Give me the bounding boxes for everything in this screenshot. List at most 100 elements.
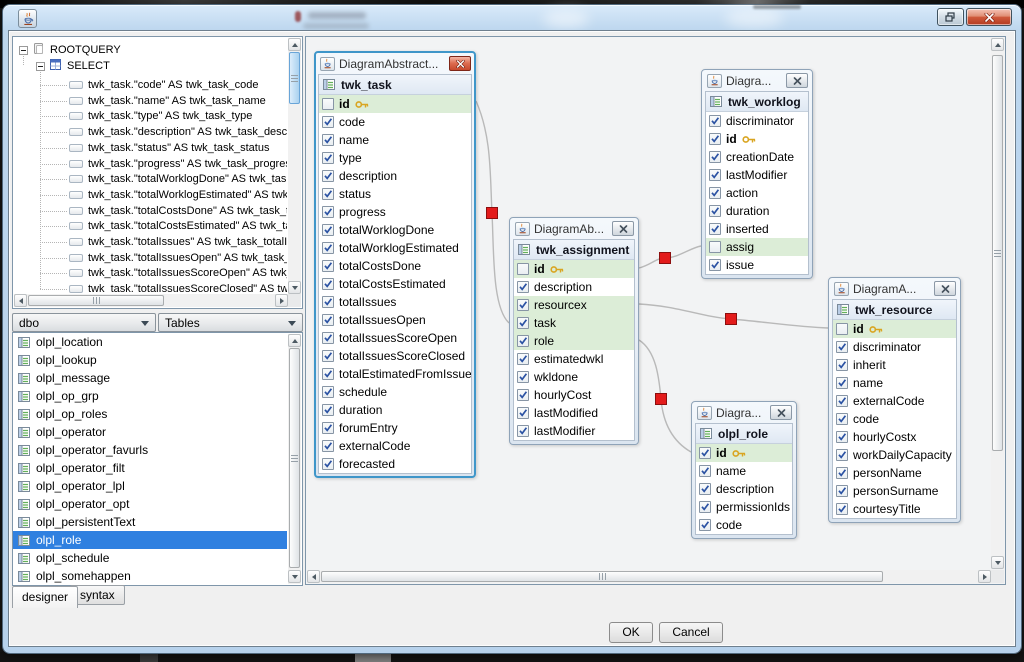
scrollbar-thumb[interactable] (289, 52, 300, 104)
schema-dropdown[interactable]: dbo (12, 313, 156, 332)
close-window-button[interactable] (966, 8, 1012, 26)
list-item-olpl_op_grp[interactable]: olpl_op_grp (13, 387, 287, 405)
field-row-schedule[interactable]: schedule (319, 383, 471, 401)
field-checkbox-progress-checked[interactable] (322, 206, 334, 218)
field-row-lastModifier[interactable]: lastModifier (706, 166, 808, 184)
tree-vertical-scrollbar[interactable] (288, 38, 301, 294)
close-frame-button[interactable] (934, 281, 956, 296)
field-checkbox-description-checked[interactable] (517, 281, 529, 293)
field-row-totalEstimatedFromIssues[interactable]: totalEstimatedFromIssues (319, 365, 471, 383)
field-checkbox-id-unchecked[interactable] (517, 263, 529, 275)
close-frame-button[interactable] (770, 405, 792, 420)
field-checkbox-resourcex-checked[interactable] (517, 299, 529, 311)
diagram-vertical-scrollbar[interactable] (991, 38, 1004, 569)
field-checkbox-id-checked[interactable] (699, 447, 711, 459)
tab-syntax[interactable]: syntax (70, 585, 125, 605)
field-checkbox-name-checked[interactable] (699, 465, 711, 477)
relation-connector[interactable] (655, 393, 667, 405)
field-checkbox-name-checked[interactable] (836, 377, 848, 389)
list-item-olpl_location[interactable]: olpl_location (13, 333, 287, 351)
field-checkbox-totalIssuesOpen-checked[interactable] (322, 314, 334, 326)
frame-titlebar[interactable]: DiagramAbstract... (318, 53, 472, 74)
tree-node-column[interactable]: twk_task."totalIssues" AS twk_task_total… (69, 234, 287, 250)
cancel-button[interactable]: Cancel (659, 622, 723, 643)
diagram-horizontal-scrollbar[interactable] (307, 570, 991, 583)
field-row-courtesyTitle[interactable]: courtesyTitle (833, 500, 956, 518)
list-item-olpl_operator[interactable]: olpl_operator (13, 423, 287, 441)
field-row-hourlyCost[interactable]: hourlyCost (514, 386, 634, 404)
tree-node-select[interactable]: SELECT (36, 58, 110, 74)
relation-connector[interactable] (659, 252, 671, 264)
field-checkbox-totalEstimatedFromIssues-checked[interactable] (322, 368, 334, 380)
tree-expander-icon[interactable] (19, 46, 28, 55)
field-checkbox-wkldone-checked[interactable] (517, 371, 529, 383)
field-checkbox-schedule-checked[interactable] (322, 386, 334, 398)
field-checkbox-totalIssuesScoreClosed-checked[interactable] (322, 350, 334, 362)
tree-node-column[interactable]: twk_task."totalIssuesOpen" AS twk_task_t… (69, 250, 287, 266)
field-checkbox-code-checked[interactable] (836, 413, 848, 425)
field-row-totalIssuesOpen[interactable]: totalIssuesOpen (319, 311, 471, 329)
tree-node-column[interactable]: twk_task."description" AS twk_task_descr… (69, 124, 287, 140)
field-checkbox-personName-checked[interactable] (836, 467, 848, 479)
field-row-description[interactable]: description (319, 167, 471, 185)
field-row-totalWorklogDone[interactable]: totalWorklogDone (319, 221, 471, 239)
field-row-status[interactable]: status (319, 185, 471, 203)
field-row-description[interactable]: description (514, 278, 634, 296)
field-checkbox-duration-checked[interactable] (322, 404, 334, 416)
field-row-name[interactable]: name (319, 131, 471, 149)
field-checkbox-discriminator-checked[interactable] (709, 115, 721, 127)
field-checkbox-workDailyCapacity-checked[interactable] (836, 449, 848, 461)
field-row-code[interactable]: code (833, 410, 956, 428)
tab-designer[interactable]: designer (12, 586, 78, 608)
frame-titlebar[interactable]: DiagramAb... (513, 218, 635, 239)
scrollbar-thumb[interactable] (289, 348, 300, 568)
field-row-totalIssuesScoreOpen[interactable]: totalIssuesScoreOpen (319, 329, 471, 347)
field-row-code[interactable]: code (319, 113, 471, 131)
field-row-lastModifier[interactable]: lastModifier (514, 422, 634, 440)
list-item-olpl_op_roles[interactable]: olpl_op_roles (13, 405, 287, 423)
tree-node-column[interactable]: twk_task."totalCostsEstimated" AS twk_ta… (69, 218, 287, 234)
list-item-olpl_schedule[interactable]: olpl_schedule (13, 549, 287, 567)
field-row-type[interactable]: type (319, 149, 471, 167)
field-checkbox-description-checked[interactable] (322, 170, 334, 182)
field-row-action[interactable]: action (706, 184, 808, 202)
list-item-olpl_operator_favurls[interactable]: olpl_operator_favurls (13, 441, 287, 459)
field-checkbox-name-checked[interactable] (322, 134, 334, 146)
field-checkbox-assig-unchecked[interactable] (709, 241, 721, 253)
restore-window-button[interactable] (937, 8, 964, 26)
close-frame-button[interactable] (449, 56, 471, 71)
scroll-down-button[interactable] (991, 556, 1004, 569)
field-checkbox-role-checked[interactable] (517, 335, 529, 347)
field-row-lastModified[interactable]: lastModified (514, 404, 634, 422)
window-titlebar[interactable] (3, 5, 1021, 31)
close-frame-button[interactable] (786, 73, 808, 88)
field-checkbox-hourlyCostx-checked[interactable] (836, 431, 848, 443)
tree-node-column[interactable]: twk_task."totalWorklogDone" AS twk_task_… (69, 171, 287, 187)
field-row-task[interactable]: task (514, 314, 634, 332)
field-row-role[interactable]: role (514, 332, 634, 350)
field-checkbox-hourlyCost-checked[interactable] (517, 389, 529, 401)
field-checkbox-totalIssues-checked[interactable] (322, 296, 334, 308)
field-row-duration[interactable]: duration (319, 401, 471, 419)
list-item-olpl_lookup[interactable]: olpl_lookup (13, 351, 287, 369)
field-checkbox-duration-checked[interactable] (709, 205, 721, 217)
tree-node-column[interactable]: twk_task."totalWorklogEstimated" AS twk_… (69, 187, 287, 203)
field-row-discriminator[interactable]: discriminator (706, 112, 808, 130)
tree-expander-icon[interactable] (36, 62, 45, 71)
field-row-permissionIds[interactable]: permissionIds (696, 498, 792, 516)
field-row-issue[interactable]: issue (706, 256, 808, 274)
field-checkbox-lastModified-checked[interactable] (517, 407, 529, 419)
list-item-olpl_operator_opt[interactable]: olpl_operator_opt (13, 495, 287, 513)
field-row-estimatedwkl[interactable]: estimatedwkl (514, 350, 634, 368)
field-row-totalIssues[interactable]: totalIssues (319, 293, 471, 311)
field-row-name[interactable]: name (696, 462, 792, 480)
field-checkbox-discriminator-checked[interactable] (836, 341, 848, 353)
tree-node-column[interactable]: twk_task."totalCostsDone" AS twk_task_to… (69, 203, 287, 219)
scroll-left-button[interactable] (14, 294, 27, 307)
list-item-olpl_role[interactable]: olpl_role (13, 531, 287, 549)
close-frame-button[interactable] (612, 221, 634, 236)
scrollbar-thumb[interactable] (321, 571, 883, 582)
field-checkbox-estimatedwkl-checked[interactable] (517, 353, 529, 365)
field-row-inherit[interactable]: inherit (833, 356, 956, 374)
relation-connector[interactable] (725, 313, 737, 325)
